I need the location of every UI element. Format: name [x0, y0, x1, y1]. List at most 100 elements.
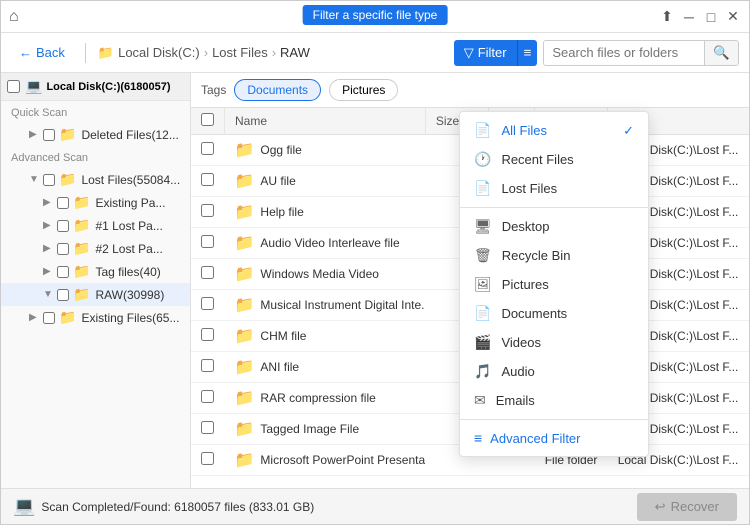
row-name: Audio Video Interleave file: [260, 236, 399, 250]
dropdown-item-label: Videos: [501, 335, 541, 350]
filter-button[interactable]: ▽ Filter: [454, 40, 517, 66]
sidebar-item-raw[interactable]: ▼ 📁 RAW(30998): [1, 283, 190, 306]
row-name: Tagged Image File: [260, 422, 359, 436]
row-checkbox-2[interactable]: [201, 204, 214, 217]
filter-group: ▽ Filter ≡: [454, 40, 538, 66]
row-checkbox-3[interactable]: [201, 235, 214, 248]
arrow-icon-8: ▶: [29, 312, 39, 323]
close-button[interactable]: ✕: [725, 9, 741, 25]
row-checkbox-cell: [191, 321, 225, 352]
dropdown-item-icon: 🎬: [474, 334, 491, 351]
computer-icon: 💻: [13, 496, 35, 517]
dropdown-item-audio[interactable]: 🎵 Audio: [460, 357, 648, 386]
sidebar-item-1st-lost[interactable]: ▶ 📁 #1 Lost Pa...: [1, 214, 190, 237]
arrow-icon-2: ▼: [29, 174, 39, 185]
status-bar: 💻 Scan Completed/Found: 6180057 files (8…: [1, 488, 749, 524]
row-name: Musical Instrument Digital Inte...: [260, 298, 424, 312]
row-checkbox-5[interactable]: [201, 297, 214, 310]
row-checkbox-7[interactable]: [201, 359, 214, 372]
filter-tooltip: Filter a specific file type: [303, 5, 448, 25]
breadcrumb-sep-2: ›: [272, 45, 276, 60]
tag-pictures-button[interactable]: Pictures: [329, 79, 398, 101]
sidebar-item-existing-files[interactable]: ▶ 📁 Existing Files(65...: [1, 306, 190, 329]
row-checkbox-9[interactable]: [201, 421, 214, 434]
dropdown-item-documents[interactable]: 📄 Documents: [460, 299, 648, 328]
row-checkbox-1[interactable]: [201, 173, 214, 186]
row-checkbox-0[interactable]: [201, 142, 214, 155]
dropdown-item-icon: 🗑: [474, 247, 492, 264]
arrow-icon-7: ▼: [43, 289, 53, 300]
sidebar-item-deleted-files[interactable]: ▶ 📁 Deleted Files(12...: [1, 123, 190, 146]
arrow-icon-6: ▶: [43, 266, 53, 277]
row-checkbox-8[interactable]: [201, 390, 214, 403]
recover-button[interactable]: ↩ Recover: [637, 493, 737, 521]
sidebar-item-2nd-lost[interactable]: ▶ 📁 #2 Lost Pa...: [1, 237, 190, 260]
row-name-cell: 📁 Tagged Image File: [225, 414, 425, 444]
lost-files-label: Lost Files(55084...: [81, 173, 184, 187]
folder-icon-6: 📁: [73, 263, 90, 280]
row-name: Microsoft PowerPoint Presenta...: [260, 453, 424, 467]
row-checkbox-cell: [191, 383, 225, 414]
advanced-filter-item[interactable]: ≡ Advanced Filter: [460, 424, 648, 452]
existing-pa-checkbox[interactable]: [57, 197, 69, 209]
quick-scan-label: Quick Scan: [1, 101, 190, 123]
back-arrow-icon: ←: [19, 45, 32, 60]
dropdown-item-icon: 📄: [474, 180, 491, 197]
sidebar-item-tag-files[interactable]: ▶ 📁 Tag files(40): [1, 260, 190, 283]
row-name: Help file: [260, 205, 303, 219]
sidebar-item-lost-files[interactable]: ▼ 📁 Lost Files(55084...: [1, 168, 190, 191]
lost-files-checkbox[interactable]: [43, 174, 55, 186]
deleted-files-checkbox[interactable]: [43, 129, 55, 141]
filter-menu-button[interactable]: ≡: [517, 40, 538, 66]
search-input[interactable]: [544, 41, 704, 64]
toolbar: ← Back 📁 Local Disk(C:) › Lost Files › R…: [1, 33, 749, 73]
tag-files-checkbox[interactable]: [57, 266, 69, 278]
select-all-checkbox[interactable]: [201, 113, 214, 126]
raw-checkbox[interactable]: [57, 289, 69, 301]
dropdown-item-pictures[interactable]: 🖼 Pictures: [460, 270, 648, 299]
folder-icon-4: 📁: [73, 217, 90, 234]
breadcrumb-item-drive[interactable]: Local Disk(C:): [118, 45, 200, 60]
minimize-button[interactable]: ─: [681, 9, 697, 25]
advanced-filter-label: Advanced Filter: [490, 431, 580, 446]
1st-lost-checkbox[interactable]: [57, 220, 69, 232]
dropdown-item-recycle-bin[interactable]: 🗑 Recycle Bin: [460, 241, 648, 270]
share-button[interactable]: ⬆: [659, 9, 675, 25]
dropdown-item-videos[interactable]: 🎬 Videos: [460, 328, 648, 357]
existing-files-checkbox[interactable]: [43, 312, 55, 324]
dropdown-item-icon: 🖼: [474, 276, 492, 293]
th-name[interactable]: Name: [225, 108, 426, 135]
sidebar-drive-label: Local Disk(C:)(6180057): [46, 81, 170, 93]
breadcrumb-item-lost[interactable]: Lost Files: [212, 45, 268, 60]
row-folder-icon: 📁: [235, 419, 255, 439]
tag-documents-button[interactable]: Documents: [234, 79, 321, 101]
tag-files-label: Tag files(40): [95, 265, 184, 279]
dropdown-divider: [460, 419, 648, 420]
row-name-cell: 📁 CHM file: [225, 321, 425, 351]
row-checkbox-cell: [191, 135, 225, 166]
dropdown-item-emails[interactable]: ✉ Emails: [460, 386, 648, 415]
row-name: RAR compression file: [260, 391, 375, 405]
dropdown-item-label: Desktop: [502, 219, 550, 234]
row-name-cell: 📁 Musical Instrument Digital Inte...: [225, 290, 425, 320]
back-button[interactable]: ← Back: [11, 41, 73, 64]
2nd-lost-checkbox[interactable]: [57, 243, 69, 255]
row-checkbox-4[interactable]: [201, 266, 214, 279]
dropdown-item-desktop[interactable]: 🖥 Desktop: [460, 212, 648, 241]
maximize-button[interactable]: □: [703, 9, 719, 25]
search-button[interactable]: 🔍: [704, 41, 738, 65]
row-checkbox-6[interactable]: [201, 328, 214, 341]
sidebar-drive: 💻 Local Disk(C:)(6180057): [1, 73, 190, 101]
2nd-lost-label: #2 Lost Pa...: [95, 242, 184, 256]
content-area: Tags Documents Pictures Name Size: [191, 73, 749, 488]
back-label: Back: [36, 45, 65, 60]
sidebar-item-existing-pa[interactable]: ▶ 📁 Existing Pa...: [1, 191, 190, 214]
dropdown-item-lost-files[interactable]: 📄 Lost Files: [460, 174, 648, 203]
row-checkbox-cell: [191, 352, 225, 383]
dropdown-item-recent-files[interactable]: 🕐 Recent Files: [460, 145, 648, 174]
sidebar: 💻 Local Disk(C:)(6180057) Quick Scan ▶ 📁…: [1, 73, 191, 488]
row-folder-icon: 📁: [235, 450, 255, 470]
dropdown-item-all-files[interactable]: 📄 All Files ✓: [460, 116, 648, 145]
row-checkbox-10[interactable]: [201, 452, 214, 465]
drive-checkbox[interactable]: [7, 80, 20, 93]
